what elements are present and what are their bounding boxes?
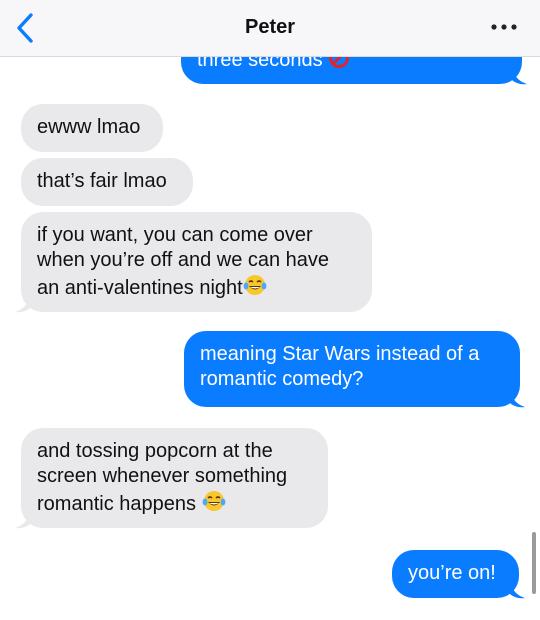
bubble-tail <box>15 510 30 529</box>
bubble-tail <box>15 294 30 313</box>
bubble-tail <box>512 66 527 85</box>
bubble-tail <box>510 580 525 599</box>
contact-name[interactable]: Peter <box>0 16 540 39</box>
message-text: you’re on! <box>408 562 496 584</box>
bubble-tail <box>510 389 525 408</box>
message-text: ewww lmao <box>37 116 141 138</box>
message-bubble-outgoing[interactable]: meaning Star Wars instead of a romantic … <box>184 331 520 407</box>
message-line-text: when you’re off and we can have <box>37 249 330 271</box>
message-line: romantic happens <box>37 489 312 520</box>
message-bubble-incoming[interactable]: and tossing popcorn at the screen whenev… <box>21 428 328 528</box>
message-line: an anti-valentines night <box>37 273 356 304</box>
message-bubble-incoming[interactable]: ewww lmao <box>21 104 163 152</box>
message-line-text: romantic happens <box>37 493 202 515</box>
laughing-tears-emoji <box>243 273 267 304</box>
laughing-tears-emoji <box>202 489 226 520</box>
message-line-text: an anti-valentines night <box>37 277 243 299</box>
message-line: if you want, you can come over <box>37 224 313 246</box>
message-line: screen whenever something <box>37 465 288 487</box>
conversation-header: Peter <box>0 0 540 57</box>
message-bubble-incoming[interactable]: that’s fair lmao <box>21 158 193 206</box>
message-line: when you’re off and we can have <box>37 248 356 273</box>
message-line: romantic comedy? <box>200 368 364 390</box>
message-bubble-incoming[interactable]: if you want, you can come over when you’… <box>21 212 372 312</box>
message-line: and tossing popcorn at the <box>37 440 273 462</box>
message-bubble-outgoing[interactable]: you’re on! <box>392 550 519 598</box>
scrollbar[interactable] <box>532 532 536 594</box>
ellipsis-icon <box>491 24 517 30</box>
message-thread: three seconds ewww lmao that’s fair lmao… <box>0 0 540 620</box>
more-options-button[interactable] <box>488 12 520 42</box>
message-text: that’s fair lmao <box>37 170 167 192</box>
message-line: meaning Star Wars instead of a <box>200 343 480 365</box>
